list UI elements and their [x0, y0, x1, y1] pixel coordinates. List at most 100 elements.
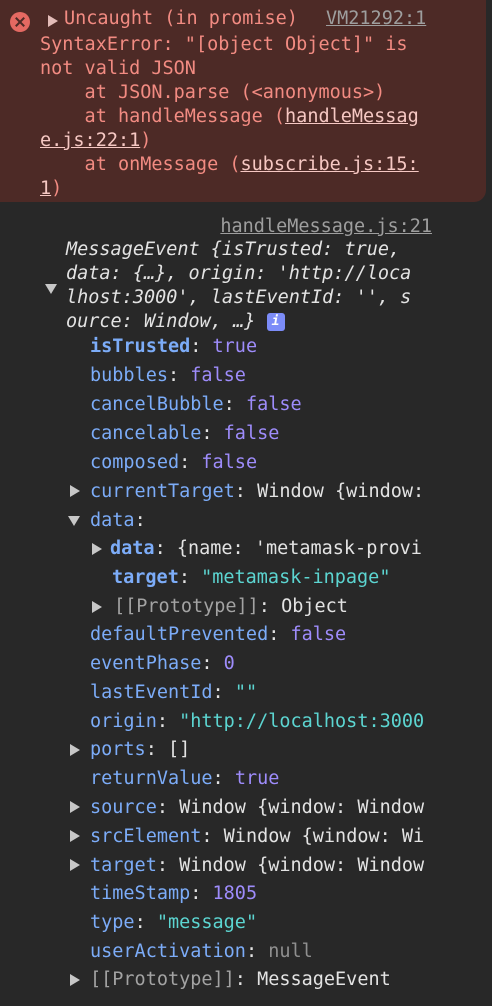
- prop-key: srcElement: [90, 826, 202, 847]
- prop-key: returnValue: [90, 768, 213, 789]
- error-message-line-1: SyntaxError: "[object Object]" is: [40, 34, 408, 55]
- prop-key: ports: [90, 739, 146, 760]
- prop-defaultprevented[interactable]: defaultPrevented: false: [90, 623, 346, 647]
- stack-link-handle-message-cont[interactable]: e.js:22:1: [40, 130, 140, 151]
- prop-key: cancelable: [90, 423, 202, 444]
- prop-data[interactable]: data:: [90, 509, 146, 533]
- prop-data-data[interactable]: data: {name: 'metamask-provi: [110, 537, 422, 561]
- prop-value: Window {window:: [257, 481, 425, 502]
- expand-current-target-arrow-icon[interactable]: [70, 485, 80, 497]
- prop-prototype[interactable]: [[Prototype]]: MessageEvent: [90, 968, 391, 992]
- expand-source-arrow-icon[interactable]: [70, 801, 80, 813]
- prop-value: 1805: [212, 883, 258, 904]
- prop-composed[interactable]: composed: false: [90, 451, 257, 475]
- prop-lasteventid[interactable]: lastEventId: "": [90, 681, 257, 705]
- prop-key: currentTarget: [90, 481, 235, 502]
- prop-value: "http://localhost:3000: [179, 711, 425, 732]
- stack-link-subscribe-cont[interactable]: 1: [40, 178, 51, 199]
- prop-data-prototype[interactable]: [[Prototype]]: Object: [114, 595, 348, 619]
- collapse-object-arrow-icon[interactable]: [45, 284, 57, 294]
- expand-srcelement-arrow-icon[interactable]: [70, 830, 80, 842]
- object-summary-line-4[interactable]: ource: Window, …} i: [66, 310, 285, 334]
- expand-error-arrow-icon[interactable]: [48, 15, 58, 27]
- prop-key: bubbles: [90, 365, 168, 386]
- error-icon: [10, 12, 30, 32]
- prop-value: false: [245, 394, 302, 415]
- prop-bubbles[interactable]: bubbles: false: [90, 364, 246, 388]
- prop-key: data: [90, 510, 135, 531]
- stack-frame-handle-message-cont: e.js:22:1): [40, 130, 151, 151]
- prop-value: 0: [223, 653, 235, 674]
- prop-value: "metamask-inpage": [201, 567, 391, 588]
- prop-value: Window {window: Wi: [223, 826, 425, 847]
- prop-origin[interactable]: origin: "http://localhost:3000: [90, 710, 424, 734]
- stack-frame-handle-message: at handleMessage (handleMessag: [40, 106, 419, 127]
- stack-link-handle-message[interactable]: handleMessag: [285, 106, 419, 127]
- expand-ports-arrow-icon[interactable]: [70, 744, 80, 756]
- prop-value: false: [201, 452, 258, 473]
- prop-value: {name: 'metamask-provi: [176, 538, 422, 559]
- prop-key: eventPhase: [90, 653, 202, 674]
- prop-srcelement[interactable]: srcElement: Window {window: Wi: [90, 825, 424, 849]
- prop-returnvalue[interactable]: returnValue: true: [90, 767, 279, 791]
- prop-key: source: [90, 797, 157, 818]
- stack-frame-on-message: at onMessage (subscribe.js:15:: [40, 154, 419, 175]
- prop-source[interactable]: source: Window {window: Window: [90, 796, 424, 820]
- stack-frame-suffix: ): [51, 178, 63, 199]
- prop-data-target[interactable]: target: "metamask-inpage": [112, 566, 390, 590]
- prop-value: null: [268, 941, 313, 962]
- prop-value: true: [234, 768, 280, 789]
- stack-frame-prefix: at onMessage (: [40, 154, 241, 175]
- error-source-link[interactable]: VM21292:1: [326, 8, 426, 29]
- prop-value: false: [223, 423, 280, 444]
- collapse-data-arrow-icon[interactable]: [68, 516, 80, 526]
- stack-frame-on-message-cont: 1): [40, 178, 62, 199]
- prop-value: false: [190, 365, 246, 386]
- prop-useractivation[interactable]: userActivation: null: [90, 940, 313, 964]
- prop-key: composed: [90, 452, 180, 473]
- stack-frame-prefix: at handleMessage (: [40, 106, 286, 127]
- prop-value: Window {window: Window: [179, 797, 425, 818]
- prop-key: lastEventId: [90, 682, 213, 703]
- expand-target-arrow-icon[interactable]: [70, 859, 80, 871]
- expand-prototype-arrow-icon[interactable]: [70, 974, 80, 986]
- prop-key: target: [90, 855, 157, 876]
- prop-cancelbubble[interactable]: cancelBubble: false: [90, 393, 302, 417]
- prop-key: timeStamp: [90, 883, 191, 904]
- object-summary-line-2[interactable]: data: {…}, origin: 'http://loca: [66, 262, 411, 286]
- error-message-line-2: not valid JSON: [40, 58, 196, 79]
- prop-key: [[Prototype]]: [114, 596, 259, 617]
- expand-data-data-arrow-icon[interactable]: [92, 543, 102, 555]
- prop-key: cancelBubble: [90, 394, 224, 415]
- expand-data-prototype-arrow-icon[interactable]: [92, 601, 102, 613]
- prop-value: Window {window: Window: [179, 855, 425, 876]
- prop-value: Object: [281, 596, 348, 617]
- prop-key: target: [112, 567, 179, 588]
- prop-currenttarget[interactable]: currentTarget: Window {window:: [90, 480, 424, 504]
- info-icon[interactable]: i: [266, 313, 285, 331]
- prop-key: isTrusted: [90, 336, 191, 357]
- object-summary-line-3[interactable]: lhost:3000', lastEventId: '', s: [66, 286, 411, 310]
- prop-target[interactable]: target: Window {window: Window: [90, 854, 424, 878]
- prop-key: type: [90, 912, 135, 933]
- prop-key: defaultPrevented: [90, 624, 269, 645]
- prop-type[interactable]: type: "message": [90, 911, 257, 935]
- prop-value: "": [234, 682, 258, 703]
- prop-istrusted[interactable]: isTrusted: true: [90, 335, 257, 359]
- prop-key: [[Prototype]]: [90, 969, 235, 990]
- prop-eventphase[interactable]: eventPhase: 0: [90, 652, 235, 676]
- stack-link-subscribe[interactable]: subscribe.js:15:: [240, 154, 418, 175]
- prop-value: "message": [156, 912, 258, 933]
- prop-key: data: [110, 538, 155, 559]
- prop-cancelable[interactable]: cancelable: false: [90, 422, 279, 446]
- log-source-link[interactable]: handleMessage.js:21: [220, 216, 432, 237]
- prop-key: userActivation: [90, 941, 246, 962]
- prop-value: true: [212, 336, 258, 357]
- prop-value: []: [167, 739, 191, 760]
- object-summary-line-1[interactable]: MessageEvent {isTrusted: true,: [66, 238, 400, 262]
- prop-ports[interactable]: ports: []: [90, 738, 190, 762]
- prop-key: origin: [90, 711, 157, 732]
- object-summary-text: ource: Window, …}: [66, 311, 256, 332]
- error-message-panel: Uncaught (in promise) VM21292:1 SyntaxEr…: [0, 0, 486, 202]
- prop-timestamp[interactable]: timeStamp: 1805: [90, 882, 257, 906]
